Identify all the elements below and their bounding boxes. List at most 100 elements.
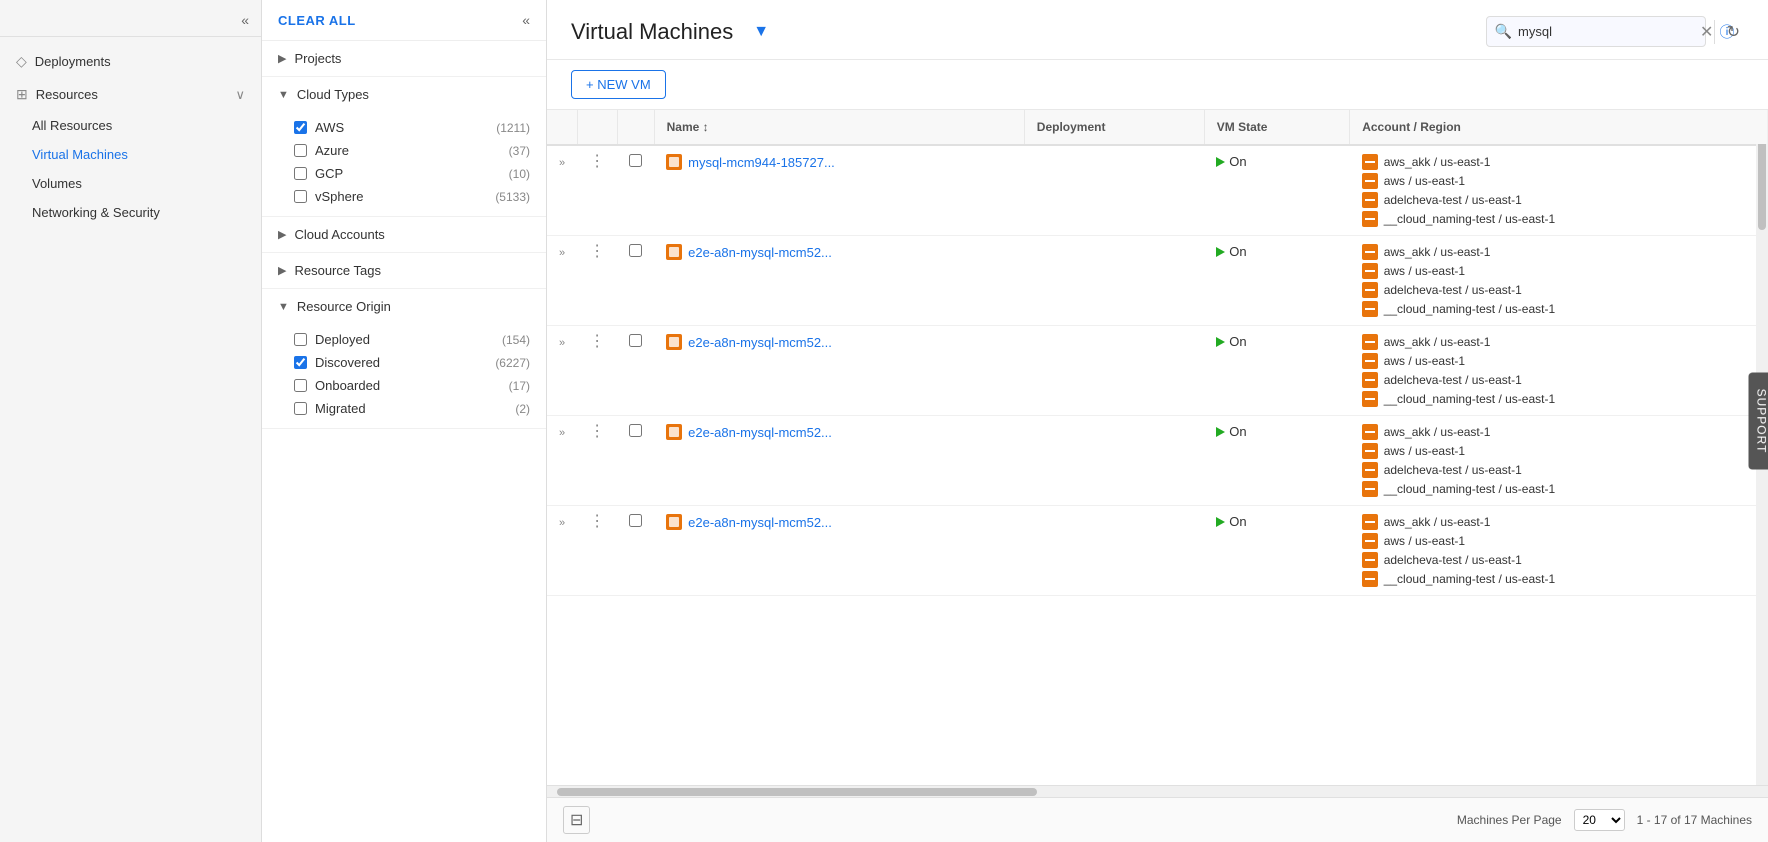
vm-name-link[interactable]: e2e-a8n-mysql-mcm52...	[666, 514, 1012, 530]
expand-icon[interactable]: »	[559, 157, 565, 169]
sidebar-collapse-button[interactable]: «	[241, 12, 249, 28]
filter-item-gcp[interactable]: GCP (10)	[294, 162, 530, 185]
search-input[interactable]	[1518, 24, 1694, 39]
expand-icon[interactable]: »	[559, 247, 565, 259]
sidebar-item-deployments[interactable]: ◇ Deployments	[0, 45, 261, 78]
new-vm-button[interactable]: + NEW VM	[571, 70, 666, 99]
refresh-button[interactable]: ↻	[1723, 18, 1744, 46]
filter-section-projects-header[interactable]: ▶ Projects	[262, 41, 546, 76]
col-deployment[interactable]: Deployment	[1024, 110, 1204, 145]
discovered-checkbox[interactable]	[294, 356, 307, 369]
horizontal-scrollbar-thumb[interactable]	[557, 788, 1037, 796]
filter-item-deployed[interactable]: Deployed (154)	[294, 328, 530, 351]
support-tab[interactable]: SUPPORT	[1749, 373, 1768, 470]
account-badge	[1362, 301, 1378, 317]
row-expand-cell[interactable]: »	[547, 326, 577, 416]
row-checkbox-cell[interactable]	[617, 326, 654, 416]
gcp-checkbox[interactable]	[294, 167, 307, 180]
sidebar-item-virtual-machines[interactable]: Virtual Machines	[0, 140, 261, 169]
filter-item-aws[interactable]: AWS (1211)	[294, 116, 530, 139]
azure-checkbox[interactable]	[294, 144, 307, 157]
resource-origin-arrow-icon: ▼	[278, 301, 289, 313]
filter-section-cloud-types-header[interactable]: ▼ Cloud Types	[262, 77, 546, 112]
row-expand-cell[interactable]: »	[547, 416, 577, 506]
row-menu-cell[interactable]: ⋮	[577, 416, 617, 506]
vm-state: On	[1216, 244, 1337, 259]
row-accounts-cell: aws_akk / us-east-1 aws / us-east-1 adel…	[1350, 145, 1768, 236]
sidebar-item-volumes[interactable]: Volumes	[0, 169, 261, 198]
filter-item-onboarded[interactable]: Onboarded (17)	[294, 374, 530, 397]
search-clear-icon[interactable]: ✕	[1700, 22, 1713, 42]
row-checkbox[interactable]	[629, 334, 642, 347]
col-account-region[interactable]: Account / Region	[1350, 110, 1768, 145]
row-checkbox-cell[interactable]	[617, 506, 654, 596]
row-expand-cell[interactable]: »	[547, 145, 577, 236]
filter-panel-collapse-button[interactable]: «	[522, 12, 530, 28]
toolbar: + NEW VM	[547, 60, 1768, 110]
row-menu-cell[interactable]: ⋮	[577, 326, 617, 416]
sidebar-item-all-resources[interactable]: All Resources	[0, 111, 261, 140]
row-expand-cell[interactable]: »	[547, 506, 577, 596]
row-menu-icon[interactable]: ⋮	[589, 333, 605, 350]
account-text: aws_akk / us-east-1	[1384, 335, 1491, 349]
filter-item-azure[interactable]: Azure (37)	[294, 139, 530, 162]
expand-icon[interactable]: »	[559, 517, 565, 529]
filter-item-migrated[interactable]: Migrated (2)	[294, 397, 530, 420]
account-item: aws / us-east-1	[1362, 533, 1756, 549]
row-menu-icon[interactable]: ⋮	[589, 243, 605, 260]
deployed-checkbox[interactable]	[294, 333, 307, 346]
row-deployment-cell	[1024, 326, 1204, 416]
account-text: aws / us-east-1	[1384, 354, 1465, 368]
vsphere-checkbox[interactable]	[294, 190, 307, 203]
expand-icon[interactable]: »	[559, 427, 565, 439]
row-menu-icon[interactable]: ⋮	[589, 513, 605, 530]
account-badge	[1362, 211, 1378, 227]
per-page-select[interactable]: 20 10 50 100	[1574, 809, 1625, 831]
sidebar-item-networking-security[interactable]: Networking & Security	[0, 198, 261, 227]
row-menu-icon[interactable]: ⋮	[589, 423, 605, 440]
vm-name-link[interactable]: e2e-a8n-mysql-mcm52...	[666, 424, 1012, 440]
vm-name-link[interactable]: mysql-mcm944-185727...	[666, 154, 1012, 170]
sidebar-item-resources[interactable]: ⊞ Resources ∨	[0, 78, 261, 111]
row-menu-cell[interactable]: ⋮	[577, 236, 617, 326]
account-item: __cloud_naming-test / us-east-1	[1362, 481, 1756, 497]
row-deployment-cell	[1024, 145, 1204, 236]
row-menu-cell[interactable]: ⋮	[577, 506, 617, 596]
account-badge	[1362, 571, 1378, 587]
col-name[interactable]: Name ↕	[654, 110, 1024, 145]
filter-section-projects: ▶ Projects	[262, 41, 546, 77]
clear-all-button[interactable]: CLEAR ALL	[278, 13, 356, 28]
filter-section-resource-origin-header[interactable]: ▼ Resource Origin	[262, 289, 546, 324]
row-checkbox[interactable]	[629, 154, 642, 167]
row-menu-cell[interactable]: ⋮	[577, 145, 617, 236]
onboarded-checkbox[interactable]	[294, 379, 307, 392]
account-badge	[1362, 192, 1378, 208]
table-row: »⋮ e2e-a8n-mysql-mcm52... On aws_akk / u…	[547, 326, 1768, 416]
row-checkbox-cell[interactable]	[617, 145, 654, 236]
vm-name-link[interactable]: e2e-a8n-mysql-mcm52...	[666, 334, 1012, 350]
row-menu-icon[interactable]: ⋮	[589, 153, 605, 170]
account-list: aws_akk / us-east-1 aws / us-east-1 adel…	[1362, 334, 1756, 407]
row-checkbox-cell[interactable]	[617, 416, 654, 506]
row-checkbox[interactable]	[629, 424, 642, 437]
account-badge	[1362, 514, 1378, 530]
horizontal-scrollbar[interactable]	[547, 785, 1768, 797]
row-checkbox-cell[interactable]	[617, 236, 654, 326]
row-checkbox[interactable]	[629, 514, 642, 527]
migrated-checkbox[interactable]	[294, 402, 307, 415]
col-vm-state[interactable]: VM State	[1204, 110, 1349, 145]
filter-item-discovered[interactable]: Discovered (6227)	[294, 351, 530, 374]
aws-checkbox[interactable]	[294, 121, 307, 134]
expand-icon[interactable]: »	[559, 337, 565, 349]
row-checkbox[interactable]	[629, 244, 642, 257]
header-actions: 🔍 ✕ ⓘ ↻	[1486, 16, 1744, 47]
filter-section-resource-tags-header[interactable]: ▶ Resource Tags	[262, 253, 546, 288]
row-expand-cell[interactable]: »	[547, 236, 577, 326]
column-chooser-button[interactable]: ⊟	[563, 806, 590, 834]
vm-name-link[interactable]: e2e-a8n-mysql-mcm52...	[666, 244, 1012, 260]
account-item: __cloud_naming-test / us-east-1	[1362, 301, 1756, 317]
filter-section-cloud-accounts-header[interactable]: ▶ Cloud Accounts	[262, 217, 546, 252]
vm-type-icon	[666, 514, 682, 530]
filter-item-vsphere[interactable]: vSphere (5133)	[294, 185, 530, 208]
filter-funnel-icon[interactable]: ▼	[753, 23, 769, 41]
